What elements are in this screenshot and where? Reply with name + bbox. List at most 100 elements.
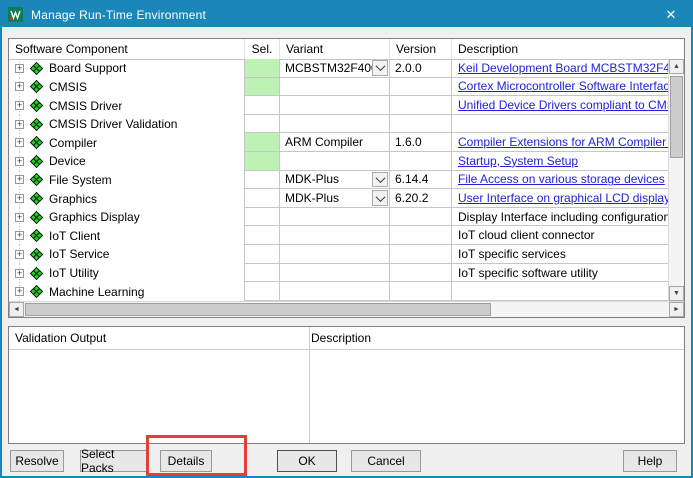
description-text[interactable]: Startup, System Setup: [458, 154, 578, 168]
variant-cell[interactable]: [279, 78, 389, 97]
close-icon[interactable]: ✕: [651, 2, 691, 27]
variant-cell[interactable]: [279, 115, 389, 134]
component-diamond-icon: [30, 99, 43, 112]
variant-cell[interactable]: MDK-Plus: [279, 189, 389, 208]
expand-plus-icon[interactable]: +: [15, 269, 24, 278]
sel-cell[interactable]: [244, 245, 279, 264]
header-software-component[interactable]: Software Component: [9, 39, 244, 59]
variant-cell[interactable]: [279, 152, 389, 171]
component-cell[interactable]: +Graphics: [9, 189, 244, 208]
sel-cell[interactable]: [244, 208, 279, 227]
table-header-row: Software Component Sel. Variant Version …: [9, 39, 684, 60]
component-cell[interactable]: +Graphics Display: [9, 208, 244, 227]
expand-plus-icon[interactable]: +: [15, 138, 24, 147]
resolve-button[interactable]: Resolve: [10, 450, 64, 472]
header-variant[interactable]: Variant: [279, 39, 389, 59]
sel-cell[interactable]: [244, 264, 279, 283]
horizontal-scrollbar[interactable]: ◄ ►: [9, 301, 684, 317]
expand-plus-icon[interactable]: +: [15, 157, 24, 166]
header-version[interactable]: Version: [389, 39, 451, 59]
variant-cell[interactable]: [279, 208, 389, 227]
component-cell[interactable]: +CMSIS Driver Validation: [9, 115, 244, 134]
description-text[interactable]: Keil Development Board MCBSTM32F400: [458, 61, 668, 75]
help-button[interactable]: Help: [623, 450, 677, 472]
component-cell[interactable]: +CMSIS Driver: [9, 96, 244, 115]
component-table: Software Component Sel. Variant Version …: [8, 38, 685, 318]
variant-cell[interactable]: [279, 282, 389, 301]
sel-cell[interactable]: [244, 171, 279, 190]
component-label: Board Support: [49, 61, 126, 75]
component-cell[interactable]: +IoT Utility: [9, 264, 244, 283]
version-value: 1.6.0: [395, 135, 422, 149]
component-cell[interactable]: +IoT Client: [9, 226, 244, 245]
chevron-down-icon: [375, 173, 385, 183]
variant-dropdown-button[interactable]: [372, 172, 388, 188]
description-cell: IoT cloud client connector: [451, 226, 668, 245]
component-cell[interactable]: +File System: [9, 171, 244, 190]
description-cell: Compiler Extensions for ARM Compiler 5 a…: [451, 133, 668, 152]
scroll-down-icon[interactable]: ▼: [669, 286, 684, 301]
variant-cell[interactable]: [279, 226, 389, 245]
variant-cell[interactable]: ARM Compiler: [279, 133, 389, 152]
variant-dropdown-button[interactable]: [372, 190, 388, 206]
scroll-up-icon[interactable]: ▲: [669, 59, 684, 74]
vertical-scroll-thumb[interactable]: [670, 76, 683, 158]
vertical-scrollbar[interactable]: ▲ ▼: [668, 59, 684, 301]
component-cell[interactable]: +Machine Learning: [9, 282, 244, 301]
expand-plus-icon[interactable]: +: [15, 231, 24, 240]
component-cell[interactable]: + Board Support: [9, 59, 244, 78]
cancel-button[interactable]: Cancel: [351, 450, 421, 472]
version-cell: 6.14.4: [389, 171, 451, 190]
description-text[interactable]: Unified Device Drivers compliant to CMSI…: [458, 98, 668, 112]
description-text: IoT specific software utility: [458, 266, 598, 280]
description-text[interactable]: User Interface on graphical LCD displays: [458, 191, 668, 205]
header-description[interactable]: Description: [451, 39, 684, 59]
description-text[interactable]: File Access on various storage devices: [458, 172, 665, 186]
sel-cell[interactable]: [244, 96, 279, 115]
variant-cell[interactable]: [279, 264, 389, 283]
variant-cell[interactable]: [279, 245, 389, 264]
title-bar[interactable]: Manage Run-Time Environment ✕: [2, 2, 691, 27]
expand-plus-icon[interactable]: +: [15, 64, 24, 73]
sel-cell[interactable]: [244, 115, 279, 134]
component-cell[interactable]: +Device: [9, 152, 244, 171]
component-cell[interactable]: +IoT Service: [9, 245, 244, 264]
component-diamond-icon: [30, 211, 43, 224]
sel-cell[interactable]: [244, 226, 279, 245]
description-text[interactable]: Cortex Microcontroller Software Interfac…: [458, 79, 668, 93]
expand-plus-icon[interactable]: +: [15, 101, 24, 110]
expand-plus-icon[interactable]: +: [15, 213, 24, 222]
variant-dropdown-button[interactable]: [372, 60, 388, 76]
component-cell[interactable]: +Compiler: [9, 133, 244, 152]
expand-plus-icon[interactable]: +: [15, 175, 24, 184]
description-cell: Startup, System Setup: [451, 152, 668, 171]
description-text[interactable]: Compiler Extensions for ARM Compiler 5 a…: [458, 135, 668, 149]
description-cell: [451, 282, 668, 301]
sel-cell[interactable]: [244, 78, 279, 97]
component-cell[interactable]: +CMSIS: [9, 78, 244, 97]
expand-plus-icon[interactable]: +: [15, 120, 24, 129]
ok-button[interactable]: OK: [277, 450, 337, 472]
sel-cell[interactable]: [244, 59, 279, 78]
details-button[interactable]: Details: [160, 450, 212, 472]
expand-plus-icon[interactable]: +: [15, 287, 24, 296]
variant-cell[interactable]: MCBSTM32F400: [279, 59, 389, 78]
header-sel[interactable]: Sel.: [244, 39, 279, 59]
sel-cell[interactable]: [244, 282, 279, 301]
expand-plus-icon[interactable]: +: [15, 194, 24, 203]
chevron-down-icon: [375, 61, 385, 71]
sel-cell[interactable]: [244, 189, 279, 208]
table-row: +Board SupportMCBSTM32F4002.0.0Keil Deve…: [9, 59, 668, 78]
sel-cell[interactable]: [244, 152, 279, 171]
horizontal-scroll-thumb[interactable]: [25, 303, 491, 316]
component-diamond-icon: [30, 118, 43, 131]
expand-plus-icon[interactable]: +: [15, 250, 24, 259]
component-diamond-icon: [30, 80, 43, 93]
scroll-right-icon[interactable]: ►: [669, 302, 684, 317]
variant-cell[interactable]: [279, 96, 389, 115]
scroll-left-icon[interactable]: ◄: [9, 302, 24, 317]
expand-plus-icon[interactable]: +: [15, 82, 24, 91]
sel-cell[interactable]: [244, 133, 279, 152]
select-packs-button[interactable]: Select Packs: [80, 450, 148, 472]
variant-cell[interactable]: MDK-Plus: [279, 171, 389, 190]
